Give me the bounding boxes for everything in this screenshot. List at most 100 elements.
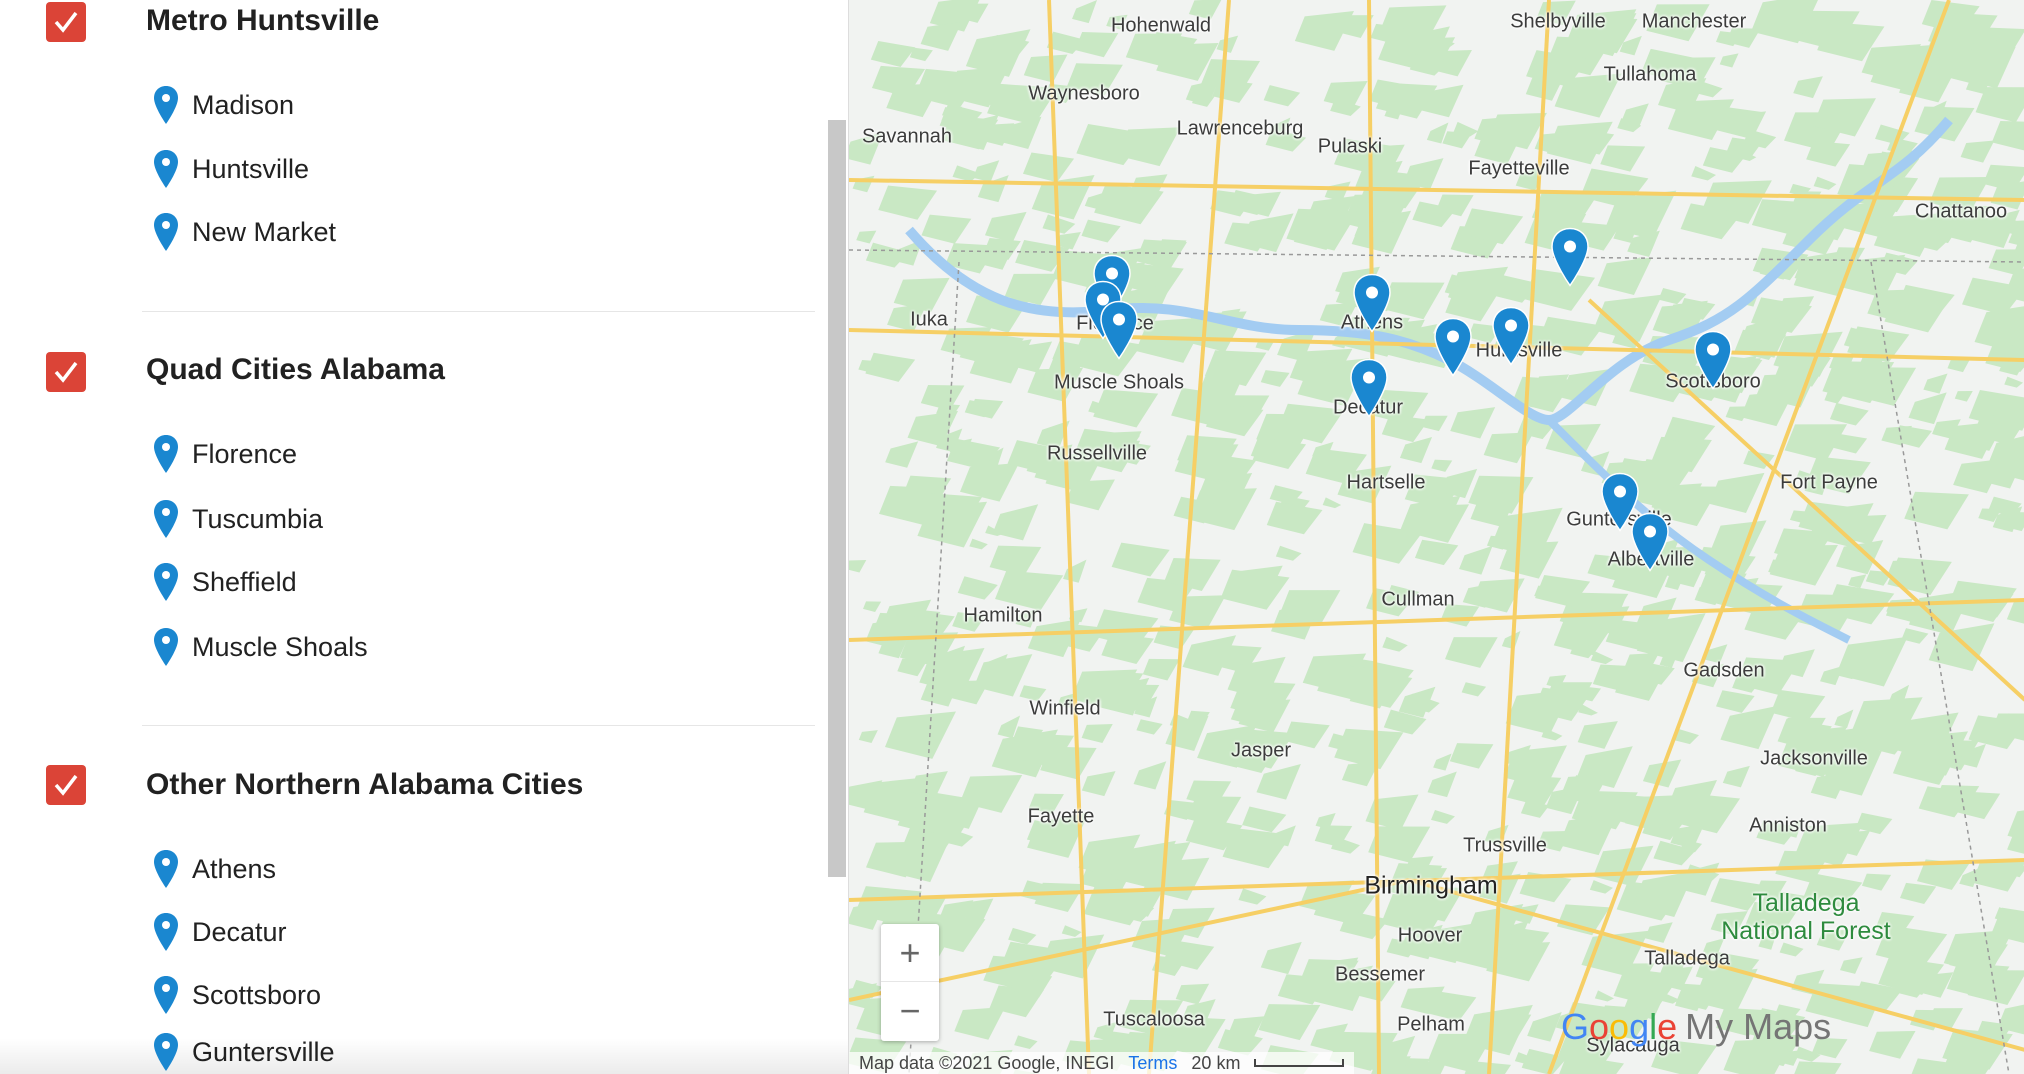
forest-patch <box>1322 497 1342 509</box>
forest-patch <box>1169 595 1226 630</box>
zoom-out-button[interactable]: − <box>881 982 939 1040</box>
list-item[interactable]: Decatur <box>152 912 287 952</box>
city-label: Manchester <box>1641 10 1747 33</box>
forest-patch <box>1081 771 1116 797</box>
forest-patch <box>920 21 962 51</box>
city-label: Talladega <box>1644 947 1730 970</box>
city-label: Jasper <box>1230 739 1292 762</box>
forest-patch <box>1960 140 1995 163</box>
list-item[interactable]: Sheffield <box>152 562 297 602</box>
scrollbar[interactable] <box>828 120 846 877</box>
forest-patch <box>1719 53 1739 68</box>
forest-patch <box>1072 0 1098 24</box>
forest-patch <box>1908 392 1947 425</box>
forest-patch <box>1382 636 1408 652</box>
forest-patch <box>1835 540 1884 575</box>
forest-patch <box>1034 882 1085 912</box>
forest-patch <box>1709 472 1765 513</box>
map-marker[interactable] <box>1548 227 1592 287</box>
city-label: Russellville <box>1046 442 1148 465</box>
forest-patch <box>1954 390 1973 402</box>
forest-patch <box>1220 569 1290 610</box>
forest-patch <box>1133 761 1167 790</box>
list-item[interactable]: Madison <box>152 85 294 125</box>
layer-checkbox-quad-cities[interactable] <box>46 352 86 392</box>
forest-patch <box>1136 719 1163 735</box>
map-marker[interactable] <box>1691 330 1735 390</box>
forest-patch <box>959 462 1020 502</box>
forest-patch <box>878 185 938 220</box>
map-marker[interactable] <box>1350 273 1394 333</box>
forest-patch <box>1793 76 1823 99</box>
forest-patch <box>849 560 867 573</box>
forest-patch <box>1260 941 1302 975</box>
forest-patch <box>989 545 1042 576</box>
forest-patch <box>1923 373 1948 394</box>
map-pin-icon <box>154 213 178 251</box>
forest-patch <box>1577 721 1618 749</box>
list-item[interactable]: Huntsville <box>152 149 309 189</box>
list-item[interactable]: New Market <box>152 212 336 252</box>
forest-patch <box>1833 433 1868 454</box>
scale-bar: 20 km <box>1191 1052 1241 1073</box>
forest-patch <box>1022 152 1075 183</box>
list-item[interactable]: Muscle Shoals <box>152 627 368 667</box>
list-item[interactable]: Athens <box>152 849 276 889</box>
map-pin-icon <box>154 850 178 888</box>
forest-patch <box>1658 287 1687 305</box>
city-label: Savannah <box>861 125 953 148</box>
map-marker[interactable] <box>1628 512 1672 572</box>
city-label: Pulaski <box>1317 135 1383 158</box>
forest-patch <box>1899 64 1959 103</box>
map-pin-icon <box>154 435 178 473</box>
city-label: Tuscaloosa <box>1103 1008 1205 1031</box>
forest-patch <box>1829 402 1869 426</box>
forest-patch <box>1014 1035 1038 1050</box>
forest-patch <box>1722 765 1750 788</box>
forest-patch <box>2004 376 2024 388</box>
forest-patch <box>1063 559 1087 583</box>
map-marker[interactable] <box>1431 317 1475 377</box>
forest-patch <box>1101 633 1154 664</box>
city-label: Hamilton <box>963 604 1043 627</box>
layer-checkbox-metro-huntsville[interactable] <box>46 2 86 42</box>
map[interactable]: Hohenwald Shelbyville Manchester Tullahoma W… <box>848 0 2024 1074</box>
layer-checkbox-other-cities[interactable] <box>46 765 86 805</box>
zoom-in-button[interactable]: + <box>881 924 939 982</box>
forest-patch <box>1433 753 1452 771</box>
map-marker[interactable] <box>1097 300 1141 360</box>
forest-patch <box>1023 54 1068 83</box>
forest-patch <box>1421 415 1448 432</box>
forest-patch <box>984 211 1027 243</box>
forest-patch <box>1081 219 1121 243</box>
map-pin-icon <box>154 563 178 601</box>
map-pin-icon <box>154 913 178 951</box>
forest-patch <box>1589 880 1613 894</box>
map-pin-icon <box>154 500 178 538</box>
forest-patch <box>1275 545 1302 561</box>
list-item[interactable]: Tuscumbia <box>152 499 323 539</box>
list-item[interactable]: Florence <box>152 434 297 474</box>
forest-patch <box>1339 910 1389 940</box>
layer-title: Other Northern Alabama Cities <box>146 768 584 801</box>
list-item[interactable]: Scottsboro <box>152 975 321 1015</box>
forest-patch <box>1770 689 1826 722</box>
map-attribution: Map data ©2021 Google, INEGI Terms 20 km <box>849 1052 1355 1074</box>
terms-link[interactable]: Terms <box>1128 1053 1177 1074</box>
map-marker[interactable] <box>1489 306 1533 366</box>
city-label: Gadsden <box>1683 659 1765 682</box>
divider <box>142 311 815 312</box>
forest-patch <box>870 41 916 68</box>
forest-patch <box>952 165 981 182</box>
list-item[interactable]: Guntersville <box>152 1032 335 1072</box>
forest-patch <box>1117 127 1181 167</box>
forest-patch <box>957 576 998 600</box>
city-label: Cullman <box>1381 588 1455 611</box>
layer-title: Metro Huntsville <box>146 4 380 37</box>
forest-patch <box>1794 1061 1842 1074</box>
forest-patch <box>1834 709 1854 729</box>
forest-patch <box>1111 542 1170 577</box>
city-label: Waynesboro <box>1028 82 1140 105</box>
map-marker[interactable] <box>1347 358 1391 418</box>
forest-patch <box>1427 771 1457 798</box>
